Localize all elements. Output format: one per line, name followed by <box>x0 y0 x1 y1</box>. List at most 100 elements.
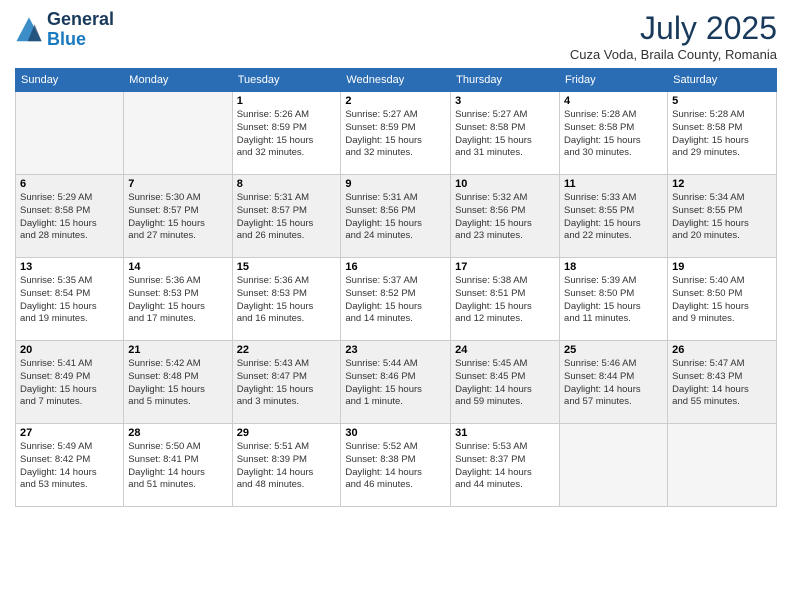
day-info: Sunrise: 5:33 AMSunset: 8:55 PMDaylight:… <box>564 192 663 243</box>
calendar-week-row: 1 Sunrise: 5:26 AMSunset: 8:59 PMDaylight… <box>16 92 777 175</box>
title-block: July 2025 Cuza Voda, Braila County, Roma… <box>570 10 777 62</box>
calendar-day-cell: 17 Sunrise: 5:38 AMSunset: 8:51 PMDayligh… <box>451 258 560 341</box>
calendar-day-cell: 16 Sunrise: 5:37 AMSunset: 8:52 PMDayligh… <box>341 258 451 341</box>
day-number: 17 <box>455 261 555 273</box>
day-info: Sunrise: 5:52 AMSunset: 8:38 PMDaylight:… <box>345 441 446 492</box>
day-info: Sunrise: 5:51 AMSunset: 8:39 PMDaylight:… <box>237 441 337 492</box>
day-number: 2 <box>345 95 446 107</box>
day-number: 18 <box>564 261 663 273</box>
day-info: Sunrise: 5:39 AMSunset: 8:50 PMDaylight:… <box>564 275 663 326</box>
calendar-day-cell <box>668 424 777 507</box>
day-number: 16 <box>345 261 446 273</box>
day-number: 19 <box>672 261 772 273</box>
calendar-day-cell: 6 Sunrise: 5:29 AMSunset: 8:58 PMDaylight… <box>16 175 124 258</box>
day-number: 22 <box>237 344 337 356</box>
calendar-day-cell: 30 Sunrise: 5:52 AMSunset: 8:38 PMDayligh… <box>341 424 451 507</box>
day-number: 23 <box>345 344 446 356</box>
calendar-day-cell: 18 Sunrise: 5:39 AMSunset: 8:50 PMDayligh… <box>560 258 668 341</box>
calendar-day-cell: 28Sunrise: 5:50 AMSunset: 8:41 PMDayligh… <box>124 424 232 507</box>
calendar-day-cell: 3 Sunrise: 5:27 AMSunset: 8:58 PMDaylight… <box>451 92 560 175</box>
calendar-day-cell: 13 Sunrise: 5:35 AMSunset: 8:54 PMDayligh… <box>16 258 124 341</box>
header-monday: Monday <box>124 69 232 92</box>
day-number: 6 <box>20 178 119 190</box>
day-number: 8 <box>237 178 337 190</box>
day-info: Sunrise: 5:45 AMSunset: 8:45 PMDaylight:… <box>455 358 555 409</box>
calendar-day-cell <box>560 424 668 507</box>
calendar-week-row: 27 Sunrise: 5:49 AMSunset: 8:42 PMDayligh… <box>16 424 777 507</box>
header: General Blue July 2025 Cuza Voda, Braila… <box>15 10 777 62</box>
day-number: 12 <box>672 178 772 190</box>
day-number: 29 <box>237 427 337 439</box>
calendar-day-cell: 29 Sunrise: 5:51 AMSunset: 8:39 PMDayligh… <box>232 424 341 507</box>
calendar-day-cell: 11 Sunrise: 5:33 AMSunset: 8:55 PMDayligh… <box>560 175 668 258</box>
day-info: Sunrise: 5:37 AMSunset: 8:52 PMDaylight:… <box>345 275 446 326</box>
day-info: Sunrise: 5:29 AMSunset: 8:58 PMDaylight:… <box>20 192 119 243</box>
day-number: 27 <box>20 427 119 439</box>
day-number: 1 <box>237 95 337 107</box>
header-sunday: Sunday <box>16 69 124 92</box>
calendar-day-cell: 22Sunrise: 5:43 AMSunset: 8:47 PMDayligh… <box>232 341 341 424</box>
day-info: Sunrise: 5:47 AMSunset: 8:43 PMDaylight:… <box>672 358 772 409</box>
calendar-day-cell: 20 Sunrise: 5:41 AMSunset: 8:49 PMDayligh… <box>16 341 124 424</box>
day-number: 3 <box>455 95 555 107</box>
calendar-header-row: Sunday Monday Tuesday Wednesday Thursday… <box>16 69 777 92</box>
day-number: 20 <box>20 344 119 356</box>
day-number: 21 <box>128 344 227 356</box>
calendar-table: Sunday Monday Tuesday Wednesday Thursday… <box>15 68 777 507</box>
calendar-week-row: 13 Sunrise: 5:35 AMSunset: 8:54 PMDayligh… <box>16 258 777 341</box>
logo: General Blue <box>15 10 114 50</box>
header-tuesday: Tuesday <box>232 69 341 92</box>
calendar-day-cell: 15Sunrise: 5:36 AMSunset: 8:53 PMDayligh… <box>232 258 341 341</box>
day-number: 13 <box>20 261 119 273</box>
calendar-day-cell: 27 Sunrise: 5:49 AMSunset: 8:42 PMDayligh… <box>16 424 124 507</box>
day-number: 26 <box>672 344 772 356</box>
calendar-day-cell: 14 Sunrise: 5:36 AMSunset: 8:53 PMDayligh… <box>124 258 232 341</box>
calendar-week-row: 20 Sunrise: 5:41 AMSunset: 8:49 PMDayligh… <box>16 341 777 424</box>
day-info: Sunrise: 5:27 AMSunset: 8:58 PMDaylight:… <box>455 109 555 160</box>
day-number: 24 <box>455 344 555 356</box>
logo-icon <box>15 16 43 44</box>
day-info: Sunrise: 5:35 AMSunset: 8:54 PMDaylight:… <box>20 275 119 326</box>
day-number: 30 <box>345 427 446 439</box>
day-info: Sunrise: 5:26 AMSunset: 8:59 PMDaylight:… <box>237 109 337 160</box>
calendar-day-cell: 4Sunrise: 5:28 AMSunset: 8:58 PMDaylight… <box>560 92 668 175</box>
day-info: Sunrise: 5:28 AMSunset: 8:58 PMDaylight:… <box>672 109 772 160</box>
calendar-day-cell <box>16 92 124 175</box>
calendar-day-cell: 8Sunrise: 5:31 AMSunset: 8:57 PMDaylight… <box>232 175 341 258</box>
day-info: Sunrise: 5:30 AMSunset: 8:57 PMDaylight:… <box>128 192 227 243</box>
day-number: 9 <box>345 178 446 190</box>
day-info: Sunrise: 5:36 AMSunset: 8:53 PMDaylight:… <box>128 275 227 326</box>
day-info: Sunrise: 5:50 AMSunset: 8:41 PMDaylight:… <box>128 441 227 492</box>
subtitle: Cuza Voda, Braila County, Romania <box>570 47 777 62</box>
calendar-day-cell: 31 Sunrise: 5:53 AMSunset: 8:37 PMDayligh… <box>451 424 560 507</box>
day-info: Sunrise: 5:31 AMSunset: 8:56 PMDaylight:… <box>345 192 446 243</box>
calendar-week-row: 6 Sunrise: 5:29 AMSunset: 8:58 PMDaylight… <box>16 175 777 258</box>
day-info: Sunrise: 5:28 AMSunset: 8:58 PMDaylight:… <box>564 109 663 160</box>
day-info: Sunrise: 5:38 AMSunset: 8:51 PMDaylight:… <box>455 275 555 326</box>
day-info: Sunrise: 5:49 AMSunset: 8:42 PMDaylight:… <box>20 441 119 492</box>
calendar-day-cell <box>124 92 232 175</box>
header-friday: Friday <box>560 69 668 92</box>
day-number: 14 <box>128 261 227 273</box>
page-container: General Blue July 2025 Cuza Voda, Braila… <box>0 0 792 517</box>
calendar-day-cell: 21 Sunrise: 5:42 AMSunset: 8:48 PMDayligh… <box>124 341 232 424</box>
day-number: 11 <box>564 178 663 190</box>
day-info: Sunrise: 5:41 AMSunset: 8:49 PMDaylight:… <box>20 358 119 409</box>
day-info: Sunrise: 5:53 AMSunset: 8:37 PMDaylight:… <box>455 441 555 492</box>
calendar-day-cell: 26 Sunrise: 5:47 AMSunset: 8:43 PMDayligh… <box>668 341 777 424</box>
header-saturday: Saturday <box>668 69 777 92</box>
calendar-day-cell: 9 Sunrise: 5:31 AMSunset: 8:56 PMDaylight… <box>341 175 451 258</box>
logo-text: General Blue <box>47 10 114 50</box>
day-info: Sunrise: 5:36 AMSunset: 8:53 PMDaylight:… <box>237 275 337 326</box>
day-info: Sunrise: 5:46 AMSunset: 8:44 PMDaylight:… <box>564 358 663 409</box>
calendar-day-cell: 2Sunrise: 5:27 AMSunset: 8:59 PMDaylight… <box>341 92 451 175</box>
day-info: Sunrise: 5:42 AMSunset: 8:48 PMDaylight:… <box>128 358 227 409</box>
day-number: 31 <box>455 427 555 439</box>
calendar-day-cell: 10Sunrise: 5:32 AMSunset: 8:56 PMDayligh… <box>451 175 560 258</box>
day-number: 5 <box>672 95 772 107</box>
day-number: 7 <box>128 178 227 190</box>
calendar-day-cell: 23Sunrise: 5:44 AMSunset: 8:46 PMDayligh… <box>341 341 451 424</box>
calendar-day-cell: 12 Sunrise: 5:34 AMSunset: 8:55 PMDayligh… <box>668 175 777 258</box>
day-info: Sunrise: 5:34 AMSunset: 8:55 PMDaylight:… <box>672 192 772 243</box>
day-info: Sunrise: 5:32 AMSunset: 8:56 PMDaylight:… <box>455 192 555 243</box>
